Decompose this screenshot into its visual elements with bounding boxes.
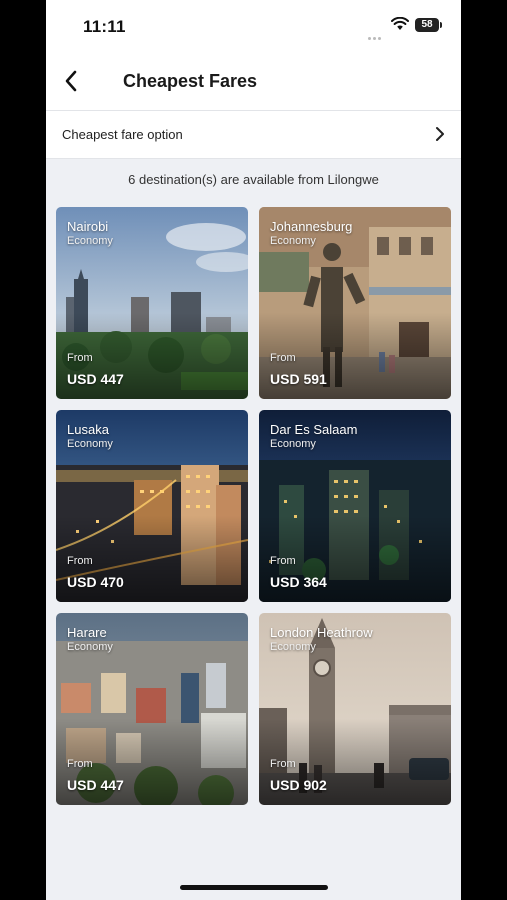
cheapest-fare-option-row[interactable]: Cheapest fare option (46, 111, 461, 159)
price-from-label: From (270, 352, 296, 364)
wifi-icon (391, 17, 409, 30)
destination-cabin: Economy (67, 438, 113, 450)
destination-card-lusaka[interactable]: Lusaka Economy From USD 470 (56, 410, 248, 602)
destination-card-dar-es-salaam[interactable]: Dar Es Salaam Economy From USD 364 (259, 410, 451, 602)
availability-text: 6 destination(s) are available from Lilo… (128, 172, 379, 187)
destination-cabin: Economy (270, 235, 316, 247)
destination-city: Harare (67, 625, 107, 640)
destination-price: USD 364 (270, 574, 327, 590)
price-from-label: From (270, 555, 296, 567)
destination-cabin: Economy (270, 438, 316, 450)
phone-screen: 11:11 58 Cheapest Fares Cheapest fare op… (46, 0, 461, 900)
signal-dots-icon (368, 27, 386, 58)
chevron-right-icon (436, 127, 444, 141)
status-time: 11:11 (83, 17, 126, 36)
back-arrow-icon[interactable] (60, 68, 86, 94)
destination-city: Nairobi (67, 219, 109, 234)
destination-card-nairobi[interactable]: Nairobi Economy From USD 447 (56, 207, 248, 399)
page-title: Cheapest Fares (123, 71, 258, 91)
home-indicator[interactable] (180, 885, 328, 890)
destination-city: Dar Es Salaam (270, 422, 358, 437)
destination-cabin: Economy (270, 641, 316, 653)
destination-city: Lusaka (67, 422, 109, 437)
cheapest-fare-option-label: Cheapest fare option (62, 127, 183, 142)
destination-cabin: Economy (67, 641, 113, 653)
status-bar: 11:11 58 (46, 0, 461, 58)
destination-price: USD 902 (270, 777, 327, 793)
destination-card-harare[interactable]: Harare Economy From USD 447 (56, 613, 248, 805)
price-from-label: From (67, 352, 93, 364)
destination-price: USD 447 (67, 777, 124, 793)
destination-price: USD 447 (67, 371, 124, 387)
destination-city: London Heathrow (270, 625, 373, 640)
price-from-label: From (270, 758, 296, 770)
destination-cabin: Economy (67, 235, 113, 247)
destination-card-johannesburg[interactable]: Johannesburg Economy From USD 591 (259, 207, 451, 399)
navigation-bar: Cheapest Fares (46, 52, 461, 111)
price-from-label: From (67, 758, 93, 770)
destination-price: USD 591 (270, 371, 327, 387)
destination-price: USD 470 (67, 574, 124, 590)
battery-icon: 58 (415, 18, 442, 32)
price-from-label: From (67, 555, 93, 567)
destination-card-london-heathrow[interactable]: London Heathrow Economy From USD 902 (259, 613, 451, 805)
destination-city: Johannesburg (270, 219, 353, 234)
